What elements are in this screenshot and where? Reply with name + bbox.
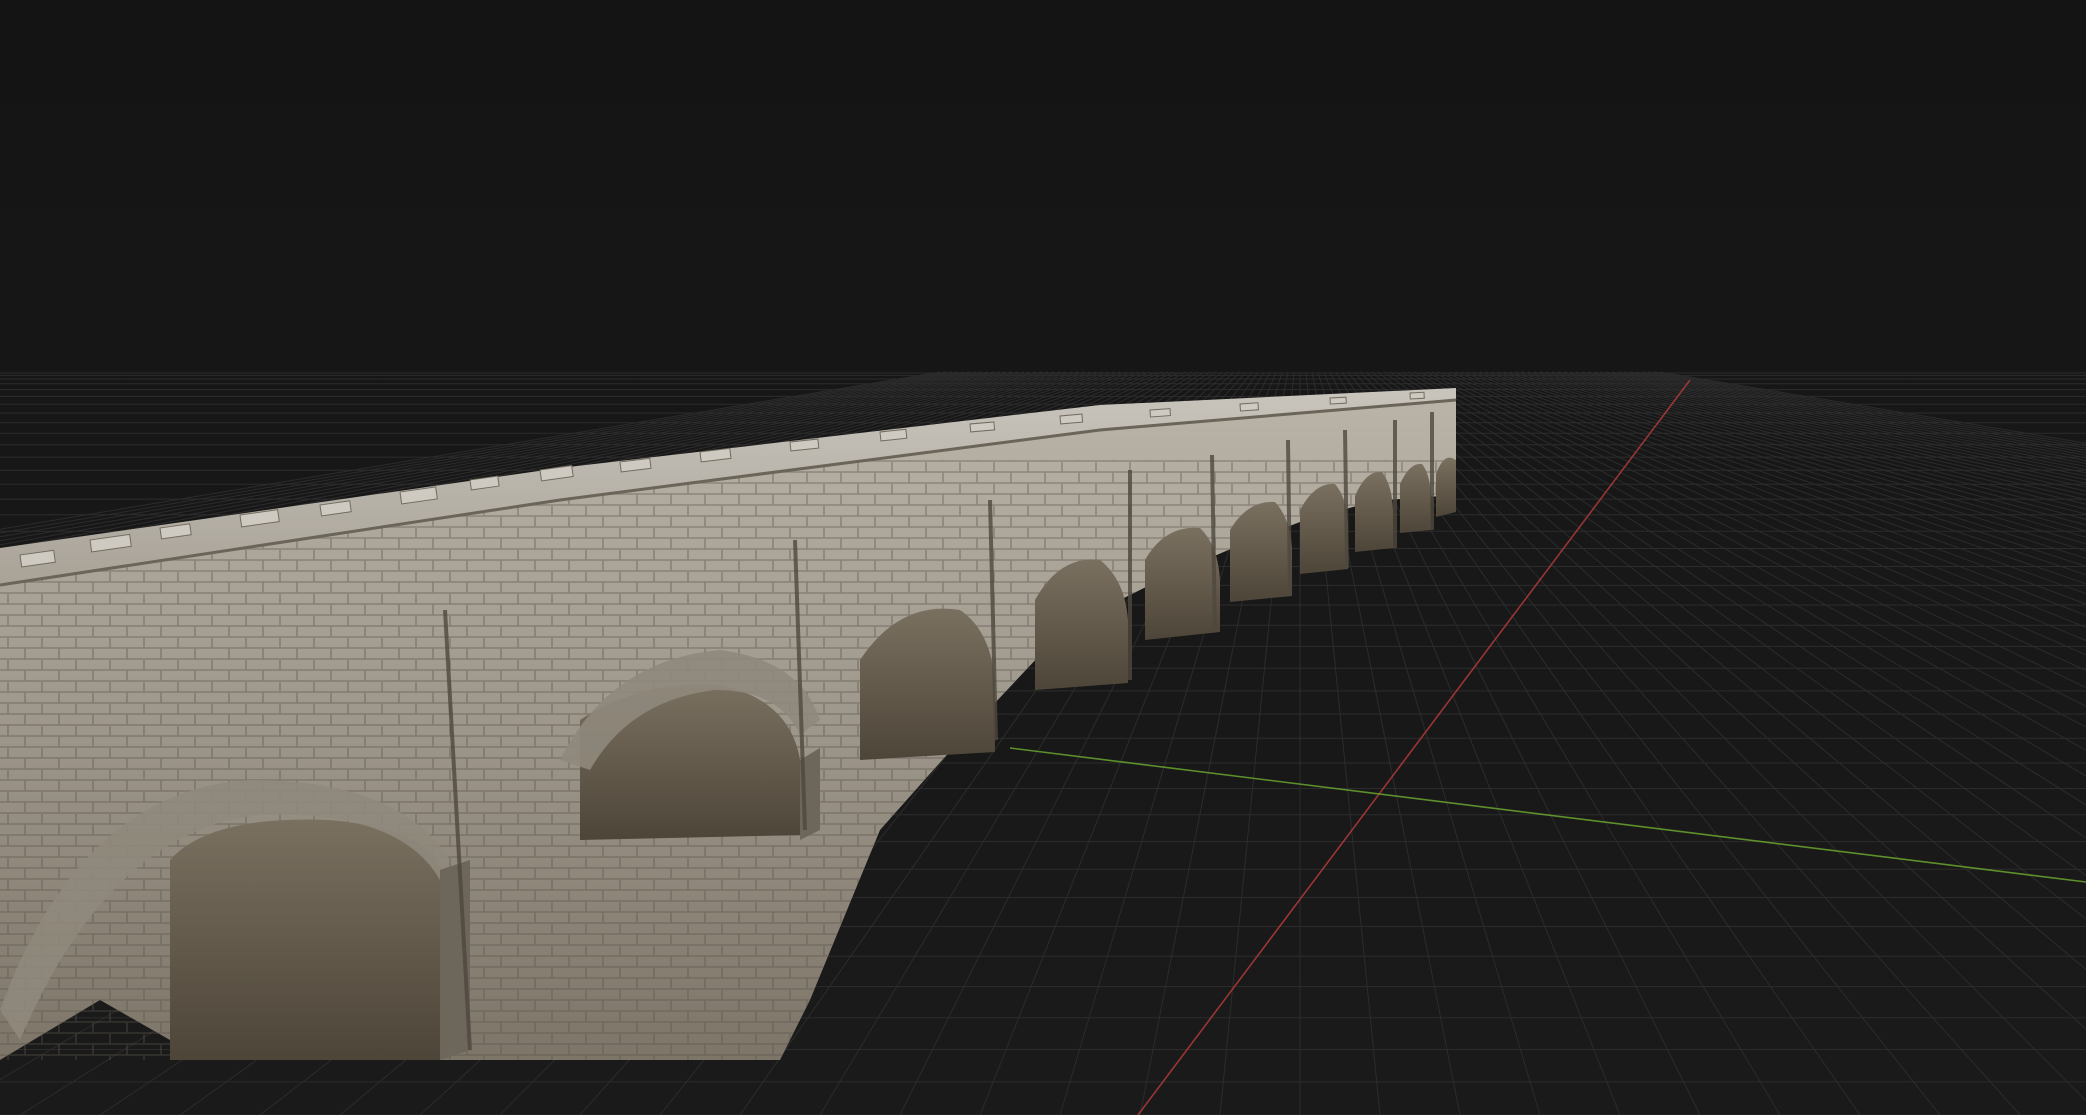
grid-line bbox=[1599, 371, 2086, 471]
grid-line bbox=[1551, 371, 2086, 501]
grid-line bbox=[1557, 371, 2086, 496]
grid-line bbox=[1659, 371, 2086, 444]
grid-line bbox=[1569, 371, 2086, 488]
grid-line bbox=[1611, 371, 2086, 465]
viewport-canvas[interactable] bbox=[0, 0, 2086, 1115]
grid-line bbox=[1359, 371, 2086, 1102]
grid-line bbox=[1425, 371, 2086, 689]
grid-line bbox=[1389, 371, 2086, 839]
arch-opening bbox=[170, 819, 440, 1060]
grid-line bbox=[1497, 371, 2086, 552]
grid-line bbox=[1365, 371, 2086, 1030]
grid-line bbox=[1653, 371, 2086, 447]
grid-line bbox=[1581, 371, 2086, 481]
grid-line bbox=[1461, 371, 2086, 605]
grid-line bbox=[1377, 371, 2086, 920]
grid-line bbox=[1467, 371, 2086, 595]
grid-line bbox=[1491, 371, 2086, 559]
grid-line bbox=[1455, 371, 2086, 616]
grid-line bbox=[1593, 371, 2086, 474]
grid-line bbox=[1383, 371, 2086, 877]
grid-line bbox=[1617, 371, 2086, 462]
grid-line bbox=[1587, 371, 2086, 477]
grid-line bbox=[1479, 371, 2086, 576]
3d-viewport[interactable] bbox=[0, 0, 2086, 1115]
grid-line bbox=[1449, 371, 2086, 628]
arch-opening bbox=[1145, 527, 1220, 640]
grid-line bbox=[1371, 371, 2086, 971]
grid-line bbox=[1419, 371, 2086, 707]
aqueduct-model[interactable] bbox=[0, 388, 1457, 1080]
